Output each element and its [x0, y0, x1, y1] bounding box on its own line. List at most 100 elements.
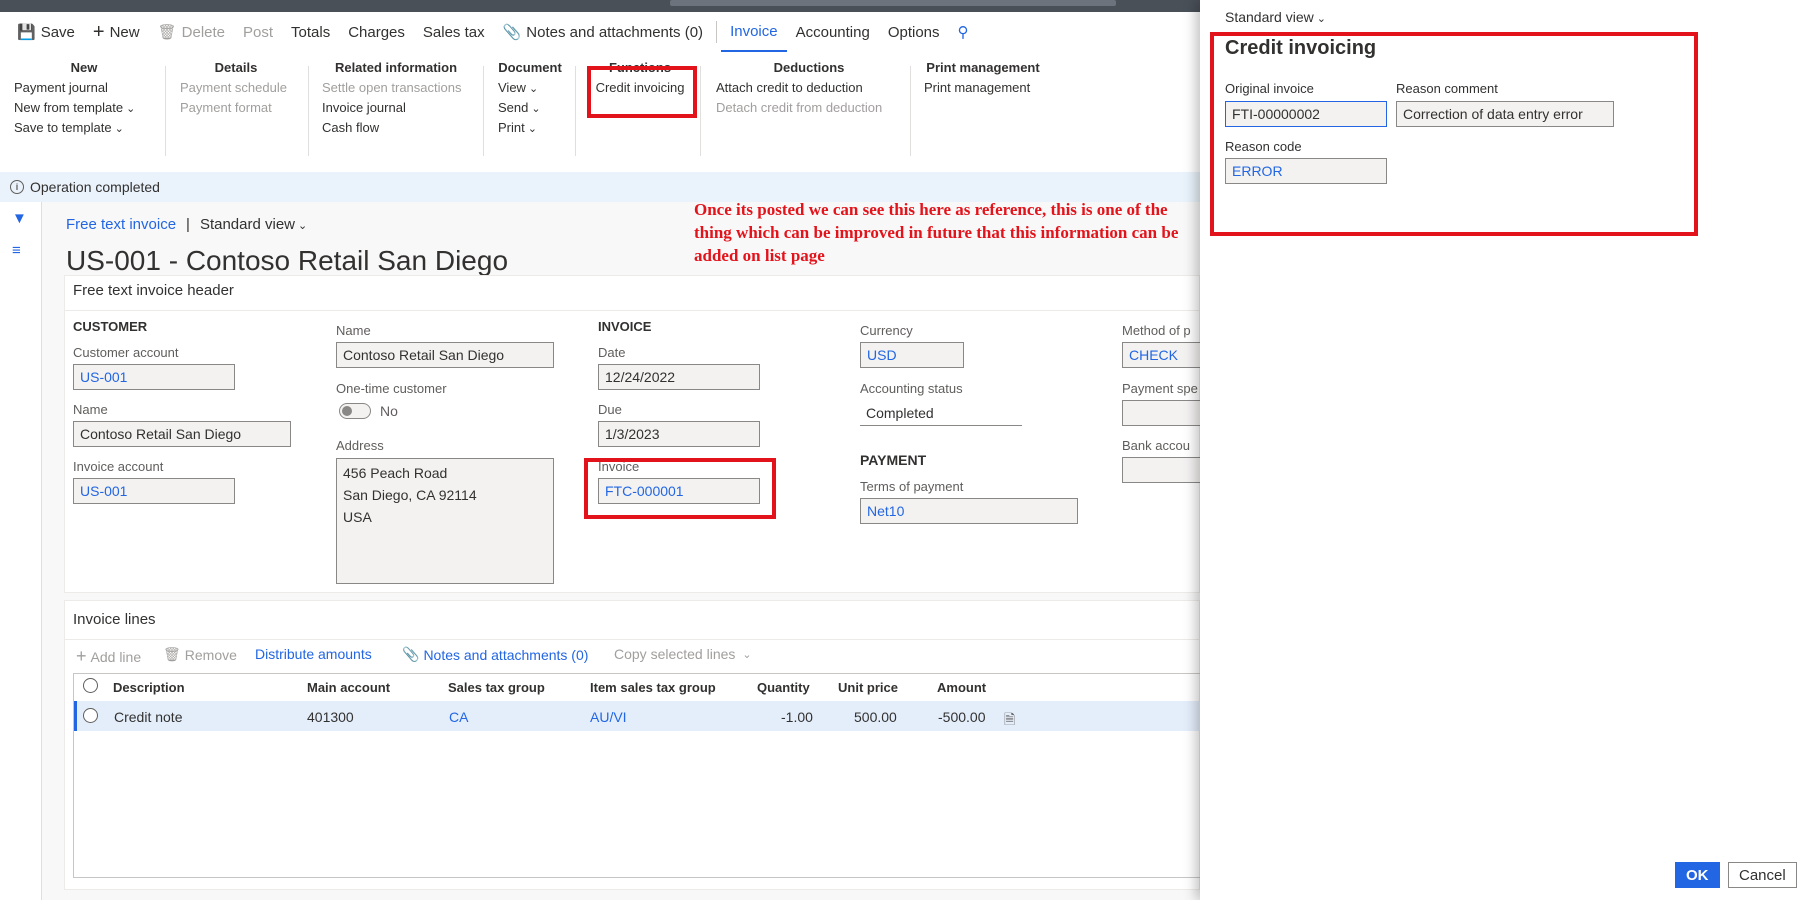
- print-management-button[interactable]: Print management: [924, 78, 1042, 98]
- cell-item-sales-tax-group[interactable]: AU/VI: [590, 709, 627, 725]
- reason-comment-field[interactable]: [1396, 101, 1614, 127]
- ribbon-group-title: Functions: [608, 60, 672, 75]
- view-button[interactable]: View ⌄: [498, 78, 562, 98]
- invoice-number-field[interactable]: [598, 478, 760, 504]
- currency-field[interactable]: [860, 342, 964, 368]
- add-line-button[interactable]: + Add line: [76, 646, 141, 667]
- remove-button[interactable]: 🗑 Remove: [163, 646, 237, 663]
- app-window: 💾 Save + New 🗑 Delete Post Totals Charges S…: [0, 0, 1810, 900]
- settle-open-transactions-button[interactable]: Settle open transactions: [322, 78, 470, 98]
- credit-invoicing-dialog: Standard view ⌄ Credit invoicing Original…: [1200, 0, 1810, 900]
- action-pane: 💾 Save + New 🗑 Delete Post Totals Charges S…: [0, 12, 1200, 52]
- post-button[interactable]: Post: [234, 12, 282, 52]
- terms-of-payment-field[interactable]: [860, 498, 1078, 524]
- ok-button[interactable]: OK: [1675, 862, 1720, 888]
- lines-notes-button[interactable]: 📎 Notes and attachments (0): [402, 646, 588, 663]
- customer-section-title: CUSTOMER: [73, 319, 148, 334]
- invoice-journal-button[interactable]: Invoice journal: [322, 98, 470, 118]
- totals-button[interactable]: Totals: [282, 12, 339, 52]
- tab-accounting[interactable]: Accounting: [787, 12, 879, 52]
- ribbon-group-deductions: Deductions Attach credit to deduction De…: [716, 58, 902, 154]
- search-icon: ⚲: [957, 23, 969, 41]
- dialog-view-selector[interactable]: Standard view ⌄: [1225, 9, 1326, 25]
- select-all-radio[interactable]: [83, 678, 98, 693]
- payment-specification-field[interactable]: [1122, 400, 1200, 426]
- distribute-amounts-button[interactable]: Distribute amounts: [255, 646, 372, 662]
- address-label: Address: [336, 438, 384, 453]
- filter-icon[interactable]: ▼: [12, 210, 27, 227]
- info-icon: i: [10, 180, 24, 194]
- global-search-box[interactable]: [670, 0, 1116, 6]
- column-header-sales-tax-group[interactable]: Sales tax group: [448, 680, 545, 695]
- column-header-unit-price[interactable]: Unit price: [838, 680, 898, 695]
- cancel-button[interactable]: Cancel: [1728, 862, 1797, 888]
- print-button[interactable]: Print ⌄: [498, 118, 562, 138]
- payment-section-title: PAYMENT: [860, 452, 927, 468]
- reason-comment-label: Reason comment: [1396, 81, 1498, 96]
- breadcrumb: Free text invoice | Standard view ⌄: [66, 216, 307, 233]
- name2-field[interactable]: [336, 342, 554, 368]
- cell-amount[interactable]: -500.00: [938, 709, 985, 725]
- address-field[interactable]: 456 Peach Road San Diego, CA 92114 USA: [336, 458, 554, 584]
- cell-quantity[interactable]: -1.00: [781, 709, 813, 725]
- customer-name-field[interactable]: [73, 421, 291, 447]
- ribbon-group-print-management: Print management Print management: [924, 58, 1042, 154]
- column-header-description[interactable]: Description: [113, 680, 185, 695]
- view-selector[interactable]: Standard view ⌄: [200, 216, 307, 233]
- charges-button[interactable]: Charges: [339, 12, 414, 52]
- plus-icon: +: [76, 646, 87, 666]
- list-icon[interactable]: ≡: [12, 242, 21, 259]
- payment-format-button[interactable]: Payment format: [180, 98, 292, 118]
- search-button[interactable]: ⚲: [949, 12, 978, 52]
- original-invoice-field[interactable]: [1225, 101, 1387, 127]
- save-to-template-button[interactable]: Save to template ⌄: [14, 118, 154, 138]
- attach-credit-button[interactable]: Attach credit to deduction: [716, 78, 902, 98]
- bank-account-field[interactable]: [1122, 457, 1200, 483]
- chevron-down-icon: ⌄: [114, 123, 124, 135]
- credit-invoicing-button[interactable]: Credit invoicing: [590, 78, 690, 98]
- column-header-quantity[interactable]: Quantity: [757, 680, 810, 695]
- save-button[interactable]: 💾 Save: [8, 12, 84, 52]
- cash-flow-button[interactable]: Cash flow: [322, 118, 470, 138]
- copy-selected-lines-button[interactable]: Copy selected lines ⌄: [614, 646, 752, 662]
- breadcrumb-link[interactable]: Free text invoice: [66, 216, 176, 233]
- detach-credit-button[interactable]: Detach credit from deduction: [716, 98, 902, 118]
- invoice-account-field[interactable]: [73, 478, 235, 504]
- document-icon[interactable]: 🗎: [1004, 709, 1015, 733]
- table-row[interactable]: [74, 701, 1200, 731]
- reason-code-field[interactable]: [1225, 158, 1387, 184]
- new-button[interactable]: + New: [84, 12, 149, 52]
- divider: [700, 66, 701, 156]
- currency-label: Currency: [860, 323, 913, 338]
- annotation-note: Once its posted we can see this here as …: [694, 200, 1179, 265]
- payment-journal-button[interactable]: Payment journal: [14, 78, 154, 98]
- accounting-status-field[interactable]: [860, 400, 1022, 426]
- bank-account-label: Bank accou: [1122, 438, 1190, 453]
- divider: [308, 66, 309, 156]
- plus-icon: +: [92, 21, 105, 43]
- onetime-customer-toggle[interactable]: [339, 403, 371, 419]
- cell-sales-tax-group[interactable]: CA: [449, 709, 468, 725]
- tab-invoice[interactable]: Invoice: [721, 12, 787, 52]
- delete-button[interactable]: 🗑 Delete: [149, 12, 234, 52]
- column-header-amount[interactable]: Amount: [937, 680, 986, 695]
- notes-attachments-button[interactable]: 📎 Notes and attachments (0): [494, 12, 712, 52]
- row-select-radio[interactable]: [83, 708, 98, 723]
- payment-specification-label: Payment spe: [1122, 381, 1198, 396]
- new-from-template-button[interactable]: New from template ⌄: [14, 98, 154, 118]
- cell-unit-price[interactable]: 500.00: [854, 709, 897, 725]
- ribbon-group-title: Deductions: [773, 60, 845, 75]
- payment-schedule-button[interactable]: Payment schedule: [180, 78, 292, 98]
- column-header-main-account[interactable]: Main account: [307, 680, 390, 695]
- cell-description[interactable]: Credit note: [114, 709, 182, 725]
- due-field[interactable]: [598, 421, 760, 447]
- date-field[interactable]: [598, 364, 760, 390]
- dialog-title: Credit invoicing: [1225, 37, 1377, 59]
- tab-options[interactable]: Options: [879, 12, 949, 52]
- cell-main-account[interactable]: 401300: [307, 709, 354, 725]
- customer-account-field[interactable]: [73, 364, 235, 390]
- column-header-item-sales-tax-group[interactable]: Item sales tax group: [590, 680, 716, 695]
- method-of-payment-field[interactable]: [1122, 342, 1200, 368]
- sales-tax-button[interactable]: Sales tax: [414, 12, 494, 52]
- send-button[interactable]: Send ⌄: [498, 98, 562, 118]
